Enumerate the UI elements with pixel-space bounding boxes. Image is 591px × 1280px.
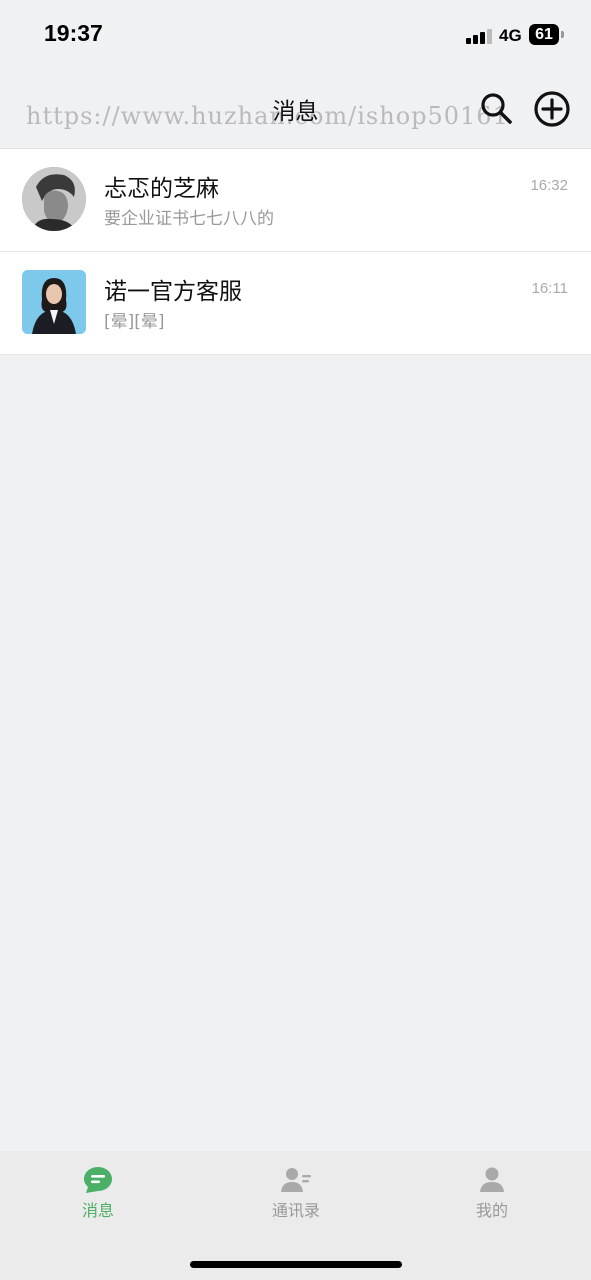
tab-messages[interactable]: 消息 <box>38 1165 158 1221</box>
avatar <box>22 167 86 231</box>
search-icon[interactable] <box>478 90 514 126</box>
contacts-icon <box>280 1165 312 1195</box>
status-bar: 19:37 4G 61 <box>0 0 591 70</box>
message-icon <box>82 1165 114 1195</box>
chat-item[interactable]: 忐忑的芝麻 要企业证书七七八八的 16:32 <box>0 149 591 252</box>
chat-time: 16:11 <box>531 280 568 297</box>
network-type: 4G <box>499 26 522 45</box>
signal-icon <box>466 28 492 44</box>
chat-preview: [晕][晕] <box>104 312 165 332</box>
chat-preview: 要企业证书七七八八的 <box>104 209 274 229</box>
tab-label: 通讯录 <box>271 1201 320 1220</box>
tab-label: 我的 <box>475 1201 508 1220</box>
tab-contacts[interactable]: 通讯录 <box>236 1165 356 1221</box>
chat-time: 16:32 <box>530 177 568 194</box>
nav-bar: https://www.huzhan.com/ishop50161 消息 <box>0 70 591 148</box>
tab-label: 消息 <box>81 1201 114 1220</box>
add-circle-icon[interactable] <box>533 90 571 128</box>
chat-name: 诺一官方客服 <box>104 279 242 305</box>
chat-list: 忐忑的芝麻 要企业证书七七八八的 16:32 诺一官方客服 [晕][晕] 16:… <box>0 148 591 355</box>
app-screen: 19:37 4G 61 https://www.huzhan.com/ishop… <box>0 0 591 1280</box>
battery-icon: 61 <box>529 24 559 45</box>
chat-name: 忐忑的芝麻 <box>104 176 219 202</box>
avatar <box>22 270 86 334</box>
profile-icon <box>476 1165 508 1195</box>
status-time: 19:37 <box>44 20 103 46</box>
tab-profile[interactable]: 我的 <box>432 1165 552 1221</box>
chat-item[interactable]: 诺一官方客服 [晕][晕] 16:11 <box>0 252 591 355</box>
home-indicator[interactable] <box>190 1261 402 1268</box>
battery-cap <box>561 31 564 38</box>
